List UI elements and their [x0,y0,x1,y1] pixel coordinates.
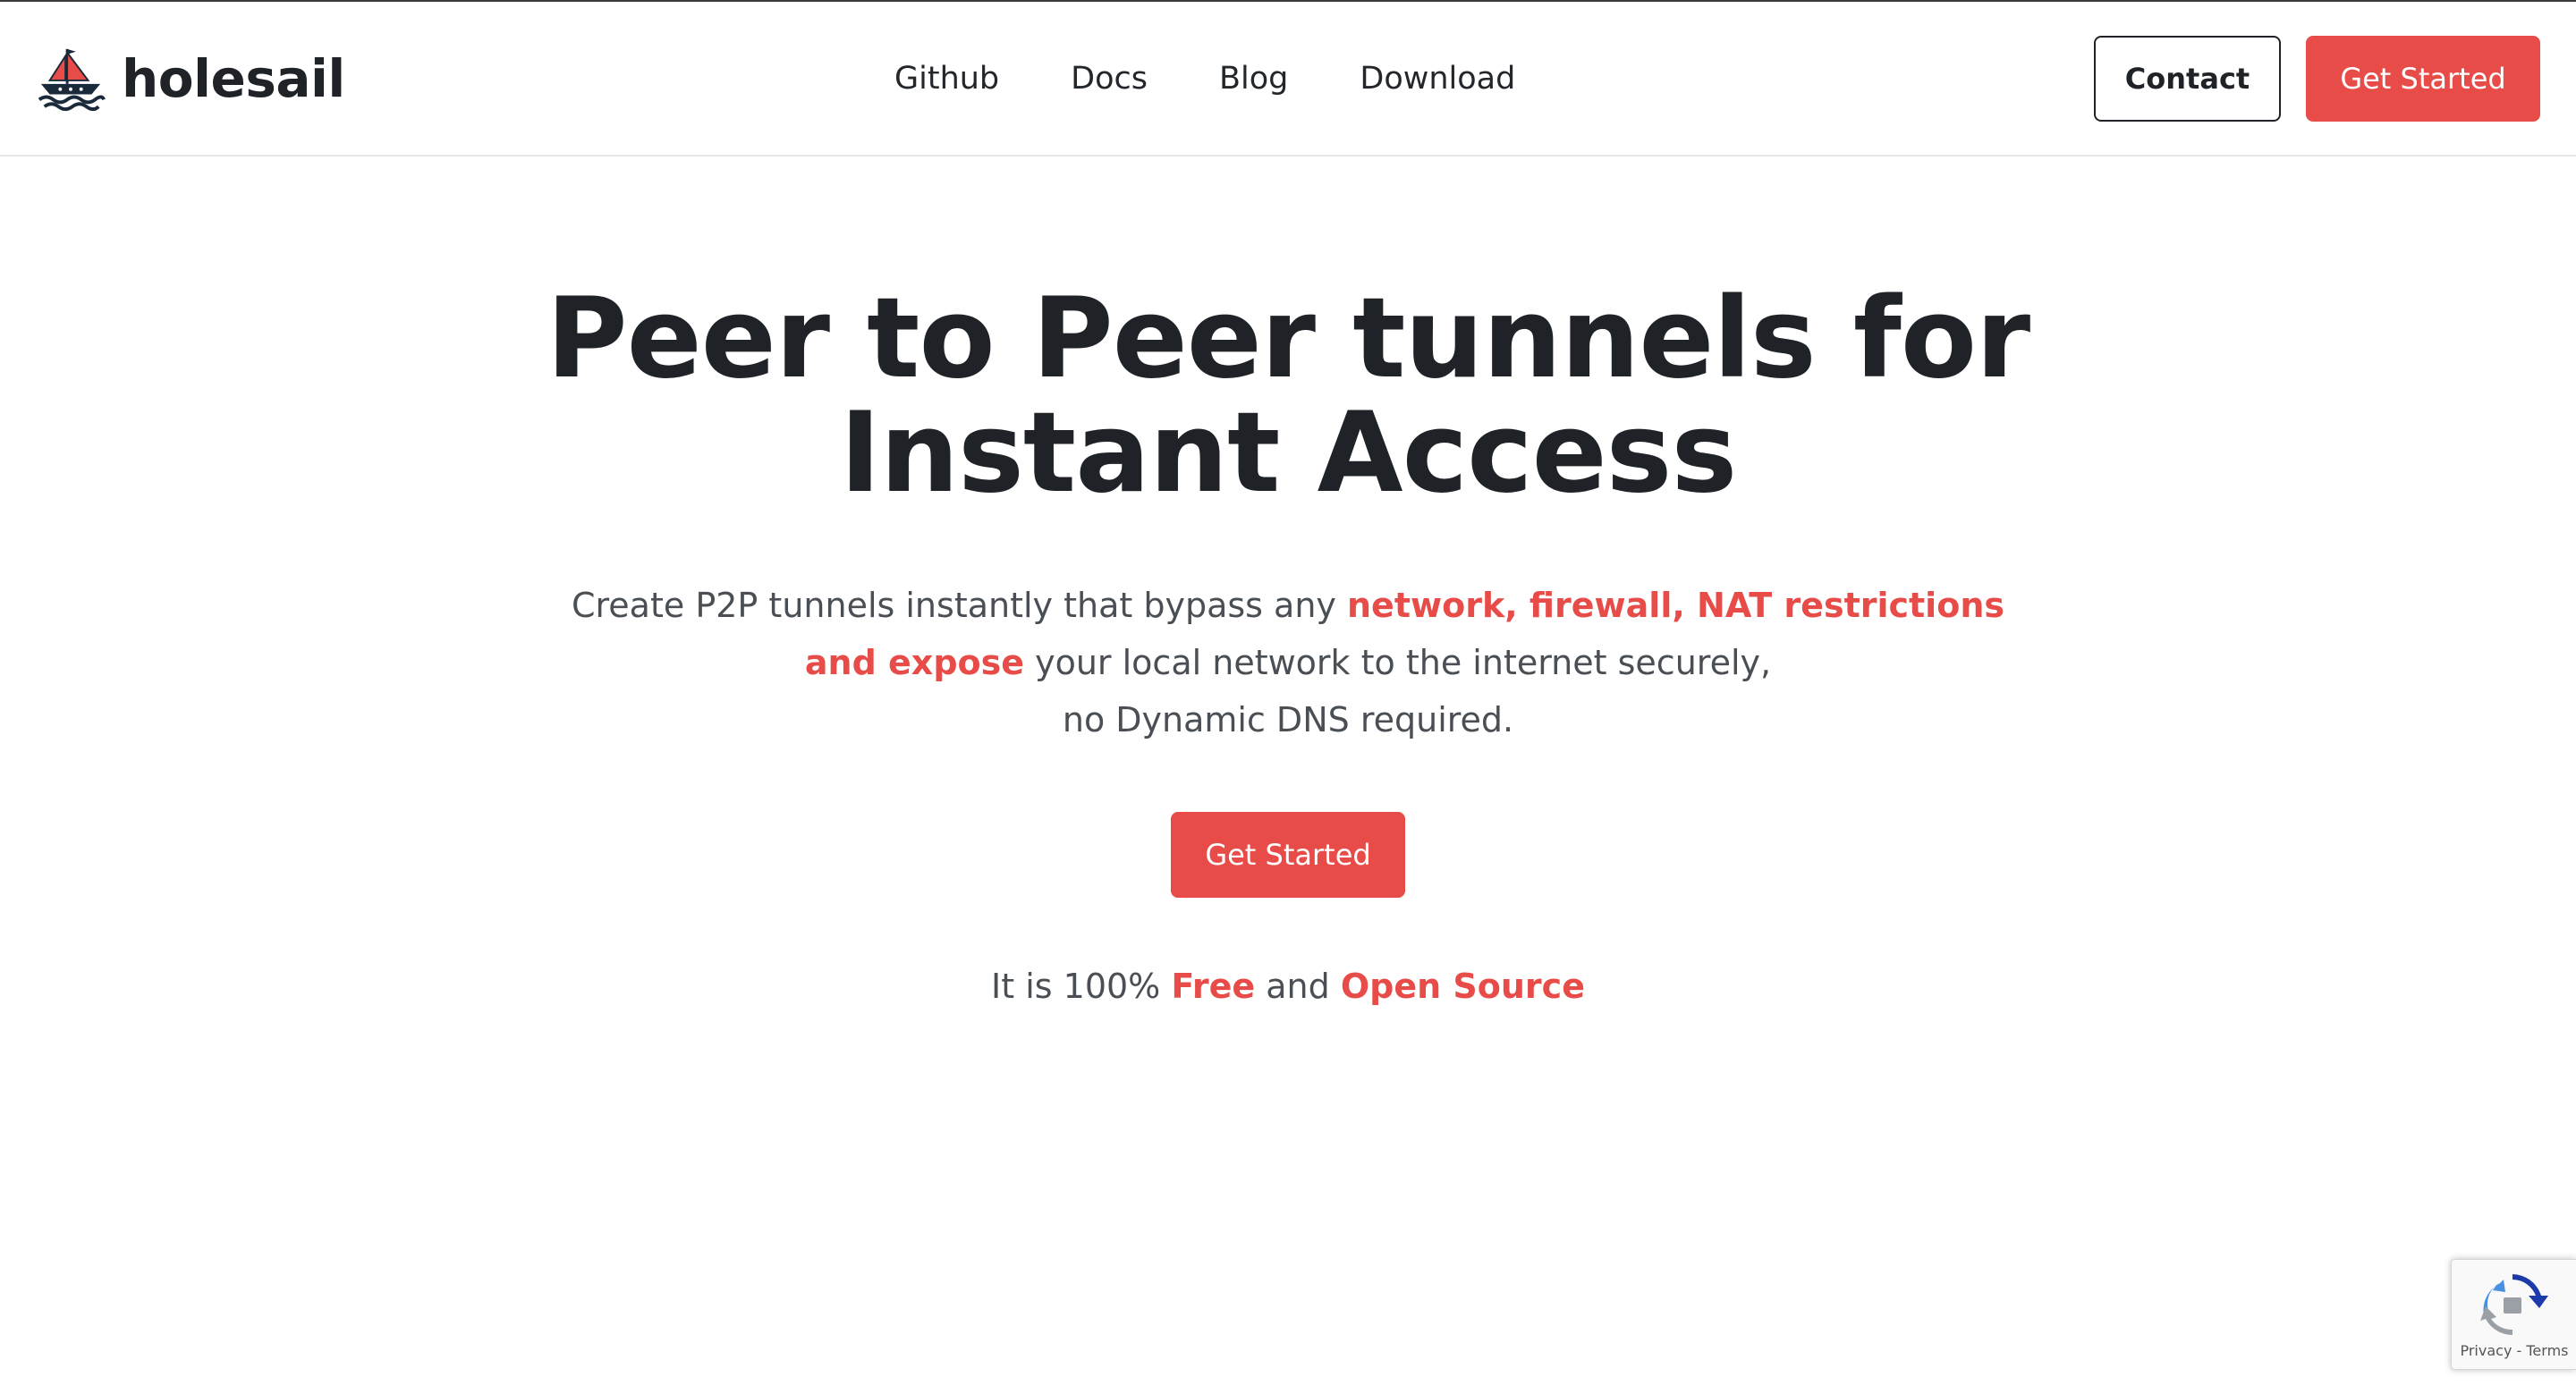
contact-button[interactable]: Contact [2094,36,2281,122]
recaptcha-separator: - [2512,1342,2527,1359]
nav-link-download[interactable]: Download [1360,63,1515,95]
hero-title-line-1: Peer to Peer tunnels for [546,275,2030,403]
main-nav: Github Docs Blog Download [894,2,1515,156]
brand-link[interactable]: holesail [36,41,345,116]
header-get-started-button[interactable]: Get Started [2306,36,2540,122]
hero-subtitle-line-1: Create P2P tunnels instantly that bypass… [483,577,2093,634]
recaptcha-icon [2480,1274,2548,1335]
nav-link-github[interactable]: Github [894,63,999,95]
recaptcha-terms-link[interactable]: Terms [2526,1342,2568,1359]
recaptcha-privacy-link[interactable]: Privacy [2460,1342,2512,1359]
recaptcha-links: Privacy - Terms [2452,1342,2576,1359]
footnote-text: It is 100% [991,967,1172,1006]
hero-title-line-2: Instant Access [839,389,1738,518]
site-header: holesail Github Docs Blog Download Conta… [0,2,2576,156]
nav-link-blog[interactable]: Blog [1219,63,1288,95]
hero-footnote: It is 100% Free and Open Source [572,961,2004,1011]
subtitle-text: your local network to the internet secur… [1024,643,1772,682]
hero-subtitle: Create P2P tunnels instantly that bypass… [483,577,2093,748]
hero-section: Peer to Peer tunnels for Instant Access … [0,156,2576,1051]
hero-get-started-button[interactable]: Get Started [1171,812,1405,898]
hero-subtitle-line-2: and expose your local network to the int… [483,634,2093,691]
brand-name: holesail [122,48,345,109]
footnote-highlight-free: Free [1171,967,1256,1006]
hero-title: Peer to Peer tunnels for Instant Access [394,282,2182,511]
recaptcha-badge[interactable]: Privacy - Terms [2451,1259,2576,1370]
footnote-highlight-open-source: Open Source [1340,967,1585,1006]
nav-link-docs[interactable]: Docs [1071,63,1148,95]
subtitle-text: Create P2P tunnels instantly that bypass… [571,586,1347,625]
subtitle-highlight-network: network, firewall, NAT restrictions [1347,586,2004,625]
sailboat-logo-icon [38,48,106,112]
subtitle-highlight-expose: and expose [804,643,1025,682]
footnote-text: and [1255,967,1341,1006]
hero-subtitle-line-3: no Dynamic DNS required. [1062,700,1514,739]
